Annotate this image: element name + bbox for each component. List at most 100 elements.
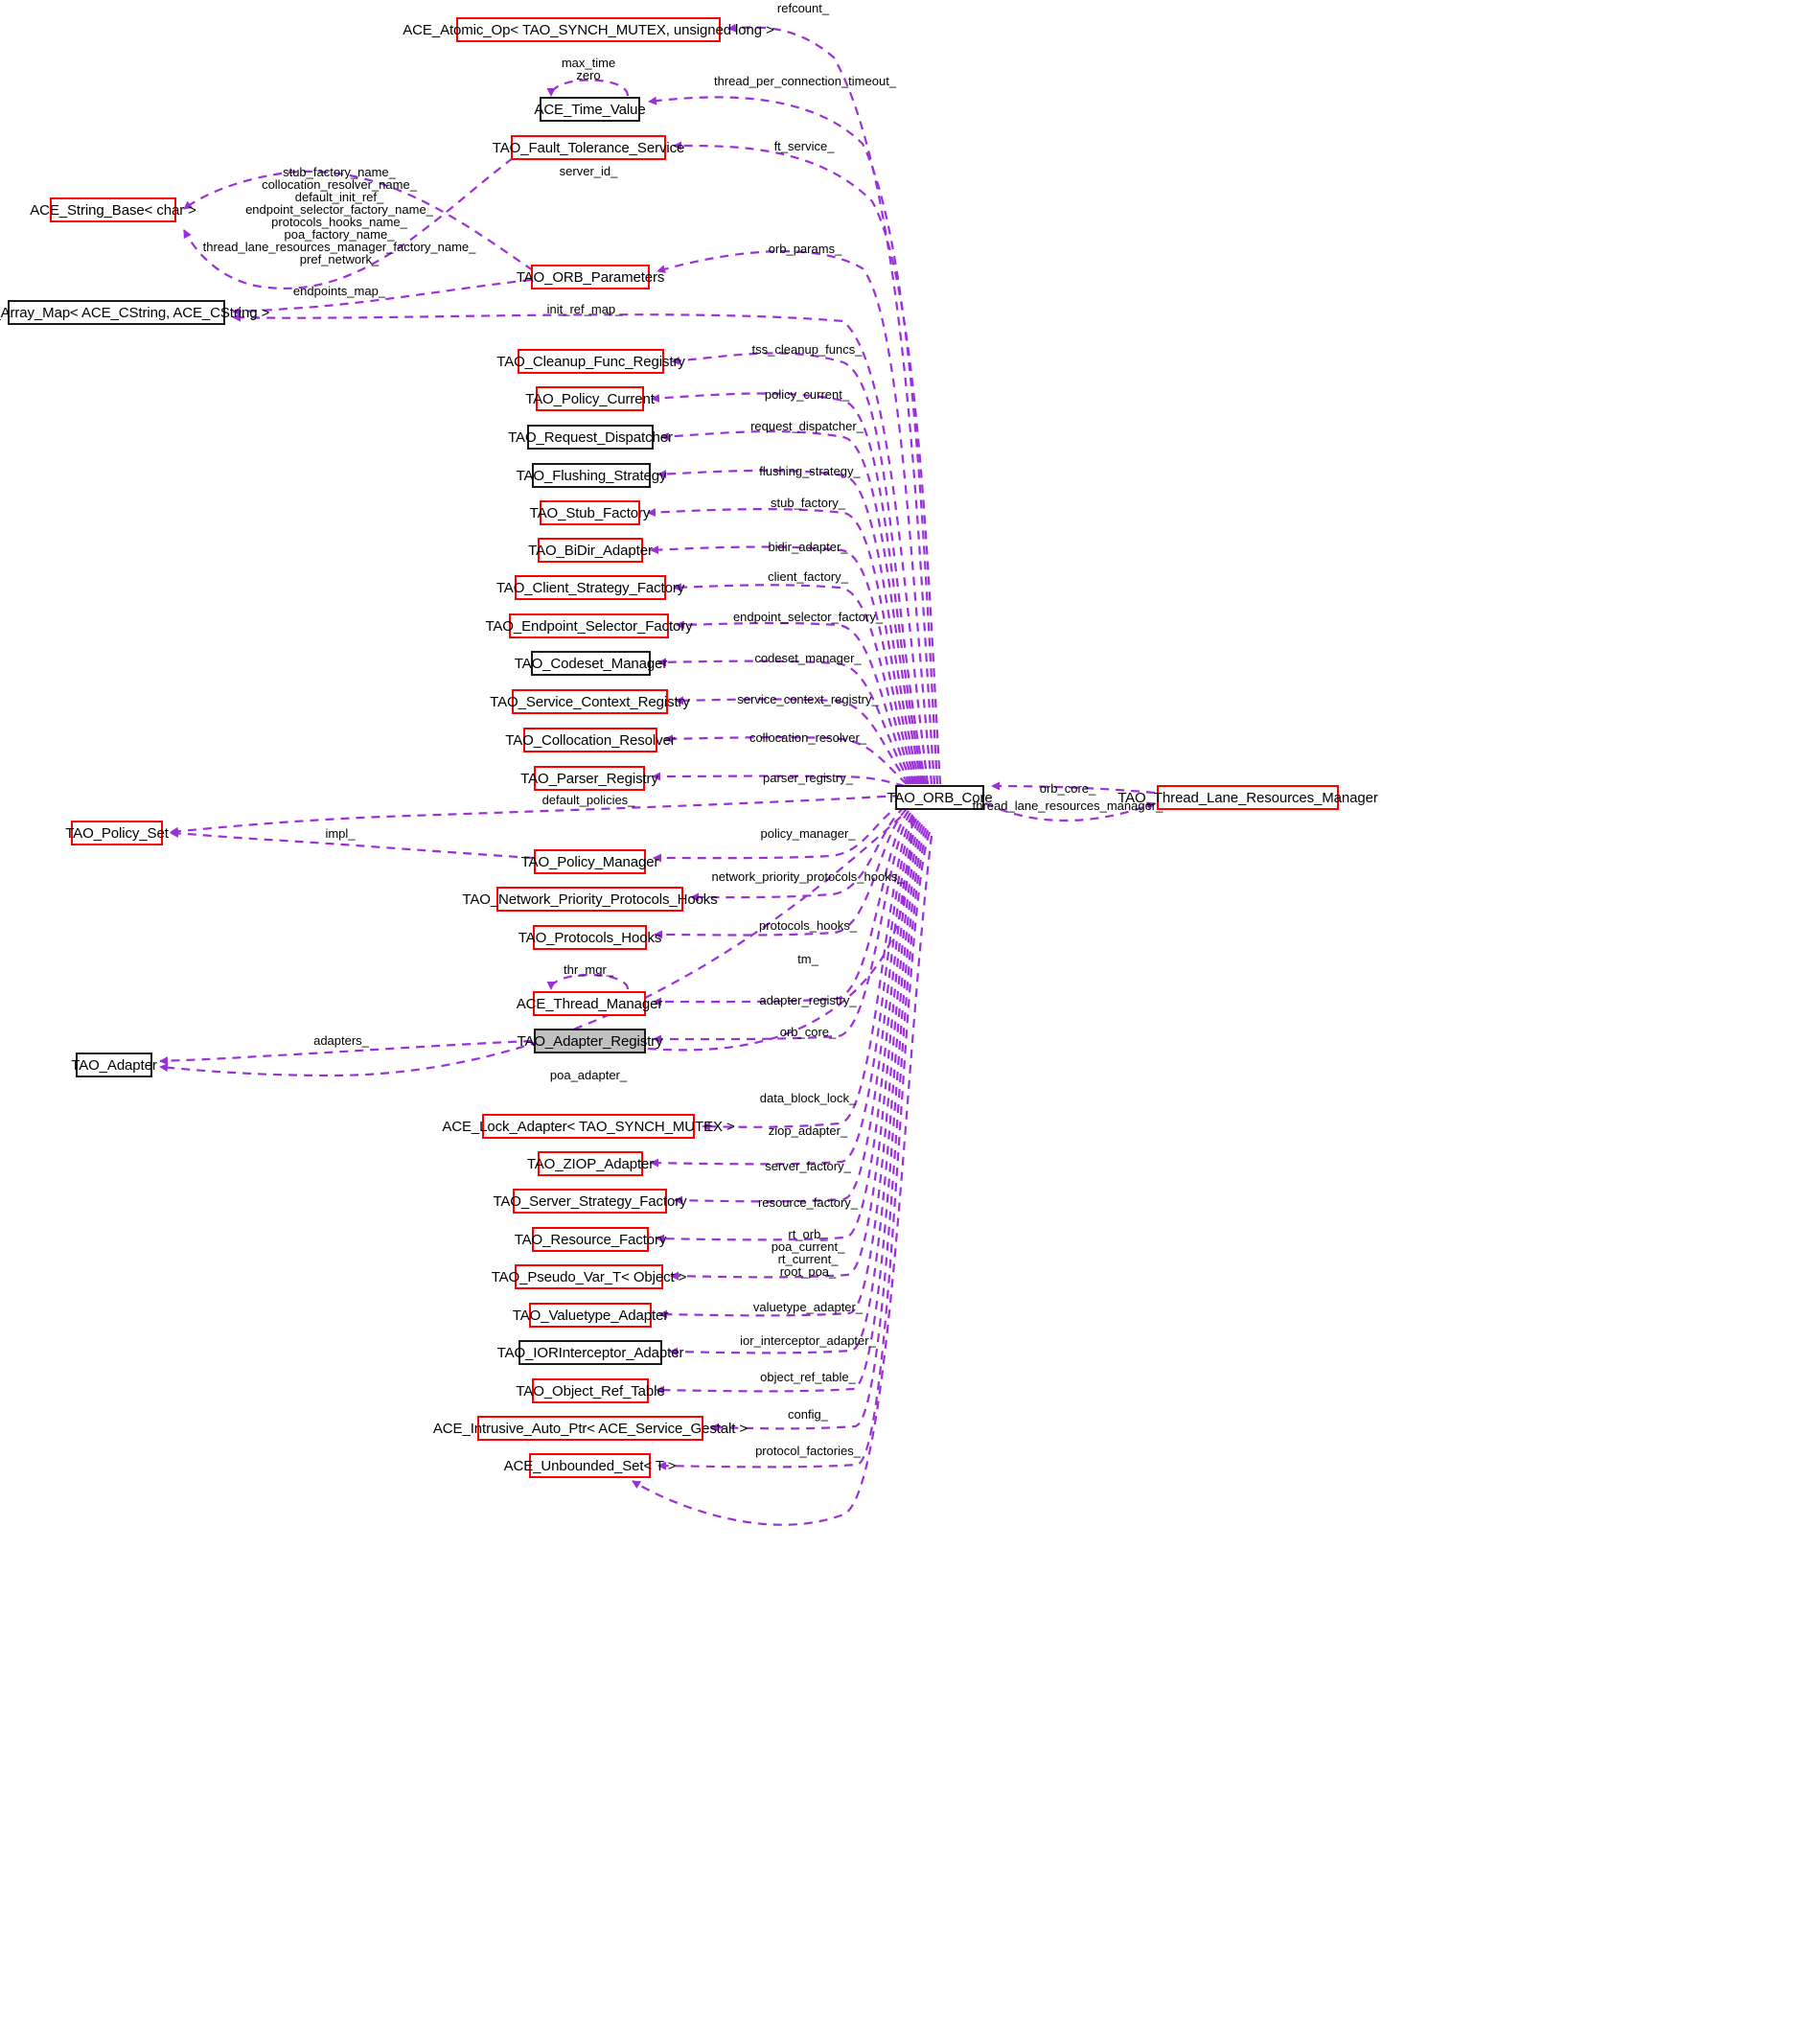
class-node-label: TAO_BiDir_Adapter	[528, 542, 653, 559]
class-node-label: TAO_Fault_Tolerance_Service	[492, 139, 685, 156]
class-node-adapter[interactable]: TAO_Adapter	[71, 1053, 157, 1077]
edge-label-obj_ref_l: object_ref_table_	[760, 1371, 856, 1384]
edge-label-config: config_	[788, 1408, 828, 1422]
edge-label-line: codeset_manager_	[754, 651, 862, 665]
edge-label-line: thr_mgr_	[563, 962, 614, 977]
class-node-orb_params[interactable]: TAO_ORB_Parameters	[517, 265, 664, 289]
class-node-thread_lane_mgr[interactable]: TAO_Thread_Lane_Resources_Manager	[1117, 785, 1378, 810]
class-node-net_prio_hooks[interactable]: TAO_Network_Priority_Protocols_Hooks	[462, 887, 718, 912]
edge-layer	[159, 23, 1156, 1526]
class-node-endpoint_sel[interactable]: TAO_Endpoint_Selector_Factory	[485, 613, 693, 638]
edge-label-line: tss_cleanup_funcs_	[751, 342, 863, 357]
edge-label-line: thread_lane_resources_manager_	[972, 798, 1163, 813]
class-node-label: TAO_ZIOP_Adapter	[526, 1155, 655, 1172]
class-node-atomic_op[interactable]: ACE_Atomic_Op< TAO_SYNCH_MUTEX, unsigned…	[403, 17, 774, 42]
edge-label-line: network_priority_protocols_hooks_	[711, 869, 905, 884]
edge-label-line: policy_manager_	[760, 826, 856, 841]
edge-label-line: client_factory_	[768, 569, 848, 584]
class-node-ior_interceptor[interactable]: TAO_IORInterceptor_Adapter	[497, 1340, 683, 1365]
class-node-label: TAO_Adapter_Registry	[517, 1032, 663, 1050]
class-node-label: ACE_Unbounded_Set< T >	[503, 1457, 677, 1474]
class-node-parser_registry[interactable]: TAO_Parser_Registry	[520, 766, 658, 791]
class-node-server_strategy[interactable]: TAO_Server_Strategy_Factory	[493, 1189, 687, 1214]
class-node-lock_adapter[interactable]: ACE_Lock_Adapter< TAO_SYNCH_MUTEX >	[442, 1114, 735, 1139]
class-node-label: TAO_Request_Dispatcher	[508, 428, 673, 446]
class-node-policy_manager[interactable]: TAO_Policy_Manager	[521, 849, 659, 874]
class-node-fault_tol[interactable]: TAO_Fault_Tolerance_Service	[493, 135, 684, 160]
edge-label-ziop_l: ziop_adapter_	[769, 1124, 847, 1138]
edge-label-line: valuetype_adapter_	[752, 1300, 864, 1314]
class-node-codeset[interactable]: TAO_Codeset_Manager	[515, 651, 667, 676]
edge-label-policy_manager_l: policy_manager_	[760, 827, 855, 841]
class-node-protocols_hooks[interactable]: TAO_Protocols_Hooks	[518, 925, 661, 950]
edge-label-line: impl_	[325, 826, 356, 841]
class-node-svc_ctx_registry[interactable]: TAO_Service_Context_Registry	[490, 689, 690, 714]
edge-label-line: adapters_	[313, 1033, 369, 1048]
edge-label-flushing_l: flushing_strategy_	[759, 465, 861, 478]
edge-label-line: endpoint_selector_factory_	[732, 610, 884, 624]
class-node-resource_factory[interactable]: TAO_Resource_Factory	[515, 1227, 666, 1252]
class-node-label: TAO_ORB_Parameters	[516, 268, 665, 286]
edge-label-policy_current_l: policy_current_	[765, 388, 849, 402]
edge-label-data_block_lock: data_block_lock_	[760, 1092, 856, 1105]
edge-label-orb_params_lbl: orb_params_	[769, 243, 842, 256]
edge-label-line: policy_current_	[764, 387, 850, 402]
edge-label-line: flushing_strategy_	[759, 464, 861, 478]
edge-label-line: tm_	[797, 952, 818, 966]
edge-label-orb_core_l2: orb_core_	[780, 1026, 837, 1039]
class-node-obj_ref_table[interactable]: TAO_Object_Ref_Table	[516, 1378, 665, 1403]
edge-label-request_disp: request_dispatcher_	[750, 420, 864, 433]
class-node-flushing[interactable]: TAO_Flushing_Strategy	[517, 463, 667, 488]
class-node-label: TAO_Policy_Current	[525, 390, 655, 407]
class-node-policy_set[interactable]: TAO_Policy_Set	[65, 821, 169, 845]
class-node-label: TAO_Valuetype_Adapter	[512, 1307, 669, 1324]
class-node-orb_core[interactable]: TAO_ORB_Core	[887, 785, 993, 810]
class-node-string_base[interactable]: ACE_String_Base< char >	[30, 197, 196, 222]
class-node-unbounded_set[interactable]: ACE_Unbounded_Set< T >	[504, 1453, 677, 1478]
edge-label-thread_lane_l: thread_lane_resources_manager_	[973, 799, 1163, 813]
edge-label-line: root_poa_	[779, 1264, 837, 1279]
class-node-cleanup_registry[interactable]: TAO_Cleanup_Func_Registry	[496, 349, 685, 374]
edge-label-tss_cleanup: tss_cleanup_funcs_	[752, 343, 863, 357]
edge-label-adapter_reg_l: adapter_registry_	[759, 994, 856, 1007]
edge-label-line: adapter_registry_	[759, 993, 857, 1007]
class-node-label: TAO_Endpoint_Selector_Factory	[485, 617, 693, 635]
edge-label-line: poa_adapter_	[549, 1068, 628, 1082]
class-node-valuetype[interactable]: TAO_Valuetype_Adapter	[513, 1303, 668, 1328]
edge-label-line: orb_core_	[1039, 781, 1096, 796]
class-node-label: TAO_Client_Strategy_Factory	[495, 579, 685, 596]
class-node-req_dispatcher[interactable]: TAO_Request_Dispatcher	[508, 425, 673, 450]
edge-label-line: default_policies_	[541, 793, 635, 807]
class-node-label: TAO_Flushing_Strategy	[516, 467, 667, 484]
class-node-intrusive_ptr[interactable]: ACE_Intrusive_Auto_Ptr< ACE_Service_Gest…	[433, 1416, 748, 1441]
edge-label-protocol_factories: protocol_factories_	[755, 1445, 861, 1458]
class-node-policy_current[interactable]: TAO_Policy_Current	[525, 386, 655, 411]
class-node-label: TAO_Protocols_Hooks	[518, 929, 662, 946]
class-node-bidir[interactable]: TAO_BiDir_Adapter	[528, 538, 653, 563]
class-node-client_strategy[interactable]: TAO_Client_Strategy_Factory	[496, 575, 684, 600]
edge-label-valuetype_l: valuetype_adapter_	[753, 1301, 863, 1314]
edge-label-line: parser_registry_	[763, 771, 853, 785]
class-node-pseudo_var[interactable]: TAO_Pseudo_Var_T< Object >	[492, 1264, 686, 1289]
class-node-label: ACE_Atomic_Op< TAO_SYNCH_MUTEX, unsigned…	[403, 21, 774, 38]
class-node-ziop[interactable]: TAO_ZIOP_Adapter	[527, 1151, 654, 1176]
class-node-adapter_registry[interactable]: TAO_Adapter_Registry	[518, 1029, 663, 1053]
class-node-array_map[interactable]: ACE_Array_Map< ACE_CString, ACE_CString …	[0, 300, 269, 325]
edge-label-str_names: stub_factory_name_ collocation_resolver_n…	[203, 166, 476, 266]
class-node-stub_factory[interactable]: TAO_Stub_Factory	[530, 500, 650, 525]
edge-label-refcount: refcount_	[777, 2, 829, 15]
class-node-label: TAO_Network_Priority_Protocols_Hooks	[462, 891, 718, 908]
class-node-label: TAO_Policy_Manager	[520, 853, 659, 870]
class-node-thread_manager[interactable]: ACE_Thread_Manager	[517, 991, 662, 1016]
edge-label-net_prio_l: network_priority_protocols_hooks_	[712, 870, 905, 884]
edge-label-tm: tm_	[797, 953, 818, 966]
edge-label-protocols_l: protocols_hooks_	[759, 919, 857, 933]
edge-label-codeset_l: codeset_manager_	[754, 652, 861, 665]
class-node-label: TAO_Pseudo_Var_T< Object >	[491, 1268, 687, 1285]
edge-label-line: request_dispatcher_	[750, 419, 864, 433]
class-node-label: TAO_Codeset_Manager	[514, 655, 668, 672]
class-node-time_value[interactable]: ACE_Time_Value	[534, 97, 646, 122]
edge-label-line: data_block_lock_	[759, 1091, 857, 1105]
class-node-label: TAO_Adapter	[71, 1056, 157, 1074]
class-node-collocation_res[interactable]: TAO_Collocation_Resolver	[505, 728, 676, 752]
